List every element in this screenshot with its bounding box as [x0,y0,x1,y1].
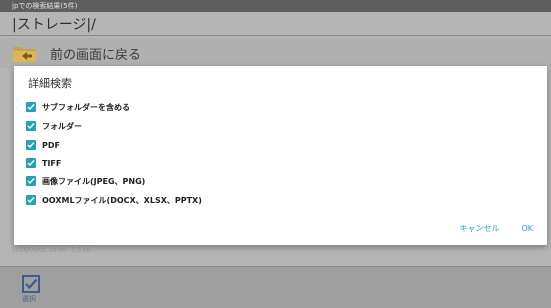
option-folder[interactable]: フォルダー [26,119,82,133]
bottom-action-bar [0,266,551,308]
advanced-search-dialog: 詳細検索 サブフォルダーを含める フォルダー PDF TIFF 画像ファイル(J… [14,66,547,245]
option-label: PDF [42,140,60,150]
option-label: フォルダー [42,121,82,131]
ok-button[interactable]: OK [521,223,533,234]
option-image-files[interactable]: 画像ファイル(JPEG、PNG) [26,174,145,188]
checkbox-select-icon[interactable] [22,275,40,293]
check-icon[interactable] [26,195,36,205]
option-label: OOXMLファイル(DOCX、XLSX、PPTX) [42,195,202,205]
select-label[interactable]: 選択 [22,294,36,304]
storage-path[interactable]: |ストレージ|/ [12,14,96,34]
check-icon[interactable] [26,140,36,150]
check-icon[interactable] [26,176,36,186]
status-text: jpでの検索結果(5件) [12,2,78,10]
check-icon[interactable] [26,158,36,168]
option-include-subfolders[interactable]: サブフォルダーを含める [26,100,130,114]
folder-back-icon[interactable] [12,43,38,63]
check-icon[interactable] [26,121,36,131]
option-ooxml-files[interactable]: OOXMLファイル(DOCX、XLSX、PPTX) [26,193,202,207]
option-label: 画像ファイル(JPEG、PNG) [42,176,146,186]
dialog-actions: キャンセル OK [459,223,533,234]
back-label[interactable]: 前の画面に戻る [50,44,141,63]
path-divider [0,35,551,36]
check-icon[interactable] [26,102,36,112]
background-list-item: 2016/06/01 10:00 · 3.5 KB [12,247,92,254]
option-tiff[interactable]: TIFF [26,156,61,170]
option-label: サブフォルダーを含める [42,102,130,112]
dialog-title: 詳細検索 [28,77,72,90]
option-label: TIFF [42,158,62,168]
option-pdf[interactable]: PDF [26,138,60,152]
status-bar: jpでの検索結果(5件) [0,0,551,12]
cancel-button[interactable]: キャンセル [459,223,499,234]
